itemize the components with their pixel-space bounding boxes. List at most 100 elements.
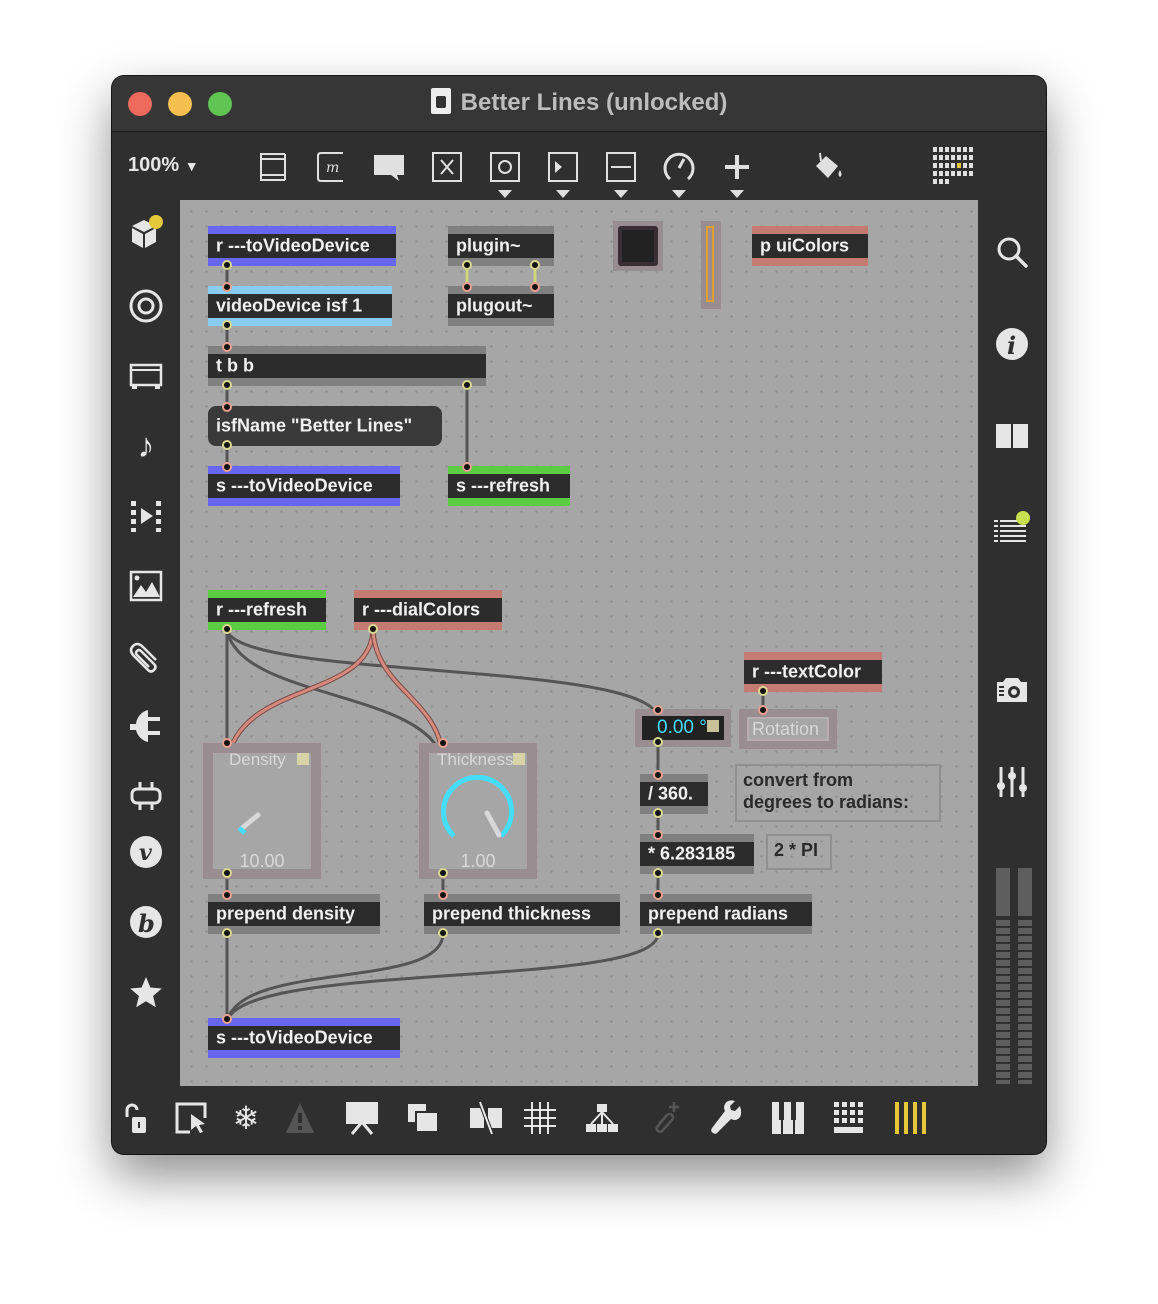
outlet[interactable] — [222, 928, 232, 938]
grid-snap-icon[interactable] — [522, 1100, 558, 1136]
plug-icon[interactable] — [126, 706, 166, 746]
hide-on-lock-icon[interactable] — [468, 1100, 504, 1136]
paint-bucket-icon[interactable] — [812, 150, 846, 184]
inlet[interactable] — [530, 282, 540, 292]
outlet[interactable] — [368, 624, 378, 634]
beap-icon[interactable]: b — [126, 902, 166, 942]
density-dial[interactable]: Density 10.00 — [203, 743, 321, 879]
level-meter[interactable] — [701, 221, 721, 309]
freeze-snowflake-icon[interactable]: ❄ — [228, 1100, 264, 1136]
send-refresh-object[interactable]: s ---refresh — [448, 466, 570, 506]
outlet[interactable] — [653, 868, 663, 878]
audio-meter-icon[interactable] — [996, 868, 1032, 1084]
keyboard-icon[interactable] — [830, 1100, 866, 1136]
patcher-canvas[interactable]: r ---toVideoDevice videoDevice isf 1 t b… — [180, 200, 978, 1086]
button-icon[interactable] — [488, 150, 522, 184]
split-view-icon[interactable] — [992, 416, 1032, 456]
inlet[interactable] — [222, 402, 232, 412]
video-icon[interactable] — [126, 356, 166, 396]
piano-keys-icon[interactable] — [770, 1100, 806, 1136]
outlet[interactable] — [462, 380, 472, 390]
send-toVideoDevice-object-bottom[interactable]: s ---toVideoDevice — [208, 1018, 400, 1058]
presentation-icon[interactable] — [256, 150, 290, 184]
send-toVideoDevice-object[interactable]: s ---toVideoDevice — [208, 466, 400, 506]
divide-360-object[interactable]: / 360. — [640, 774, 708, 814]
bring-to-front-icon[interactable] — [406, 1100, 442, 1136]
presentation-stand-icon[interactable] — [344, 1100, 380, 1136]
inlet[interactable] — [462, 282, 472, 292]
slider-icon[interactable] — [604, 150, 638, 184]
rotation-number-box[interactable]: 0.00 ° — [635, 709, 731, 747]
outlet[interactable] — [653, 808, 663, 818]
presentation-mode-icon[interactable] — [174, 1100, 210, 1136]
inlet[interactable] — [758, 705, 768, 715]
target-icon[interactable] — [126, 286, 166, 326]
connector-icon[interactable] — [126, 776, 166, 816]
plus-icon[interactable] — [720, 150, 754, 184]
mixer-bars-icon[interactable] — [892, 1100, 928, 1136]
music-note-icon[interactable]: ♪ — [126, 426, 166, 466]
favorites-star-icon[interactable] — [126, 972, 166, 1012]
inlet[interactable] — [438, 890, 448, 900]
button-menu-caret[interactable] — [498, 190, 512, 198]
outlet[interactable] — [438, 928, 448, 938]
outlet[interactable] — [758, 686, 768, 696]
hierarchy-icon[interactable] — [584, 1100, 620, 1136]
inlet[interactable] — [438, 738, 448, 748]
receive-toVideoDevice-object[interactable]: r ---toVideoDevice — [208, 226, 396, 266]
paperclip-icon[interactable] — [126, 636, 166, 676]
inlet[interactable] — [222, 462, 232, 472]
dial-icon[interactable] — [662, 150, 696, 184]
packages-icon[interactable] — [126, 214, 166, 254]
inlet[interactable] — [653, 705, 663, 715]
inlet[interactable] — [222, 738, 232, 748]
vizzie-icon[interactable]: v — [126, 832, 166, 872]
prepend-thickness-object[interactable]: prepend thickness — [424, 894, 620, 934]
mixer-sliders-icon[interactable] — [992, 762, 1032, 802]
grid-icon[interactable] — [932, 146, 976, 186]
prepend-density-object[interactable]: prepend density — [208, 894, 380, 934]
isfName-message[interactable]: isfName "Better Lines" — [208, 406, 442, 446]
outlet[interactable] — [222, 440, 232, 450]
outlet[interactable] — [653, 737, 663, 747]
outlet[interactable] — [222, 380, 232, 390]
image-icon[interactable] — [126, 566, 166, 606]
trigger-object[interactable]: t b b — [208, 346, 486, 386]
outlet[interactable] — [438, 868, 448, 878]
plugout-object[interactable]: plugout~ — [448, 286, 554, 326]
uiColors-subpatcher[interactable]: p uiColors — [752, 226, 868, 266]
color-swatch-panel[interactable] — [613, 221, 663, 271]
zoom-level-dropdown[interactable]: 100% ▼ — [128, 154, 199, 177]
outlet[interactable] — [530, 260, 540, 270]
inlet[interactable] — [653, 830, 663, 840]
add-dependency-icon[interactable] — [646, 1100, 682, 1136]
receive-dialColors-object[interactable]: r ---dialColors — [354, 590, 502, 630]
info-icon[interactable]: i — [992, 324, 1032, 364]
console-list-icon[interactable] — [992, 508, 1032, 548]
inlet[interactable] — [653, 890, 663, 900]
lock-open-icon[interactable] — [120, 1100, 156, 1136]
message-box-icon[interactable]: m — [314, 150, 348, 184]
outlet[interactable] — [222, 320, 232, 330]
number-box-icon[interactable] — [546, 150, 580, 184]
inlet[interactable] — [653, 770, 663, 780]
outlet[interactable] — [222, 868, 232, 878]
media-clip-icon[interactable] — [126, 496, 166, 536]
inlet[interactable] — [222, 282, 232, 292]
outlet[interactable] — [653, 928, 663, 938]
inlet[interactable] — [222, 890, 232, 900]
comment-icon[interactable] — [372, 150, 406, 184]
toggle-icon[interactable] — [430, 150, 464, 184]
inlet[interactable] — [222, 1014, 232, 1024]
number-box-menu-caret[interactable] — [556, 190, 570, 198]
prepend-radians-object[interactable]: prepend radians — [640, 894, 812, 934]
inlet[interactable] — [222, 342, 232, 352]
snapshot-camera-icon[interactable] — [992, 670, 1032, 710]
videoDevice-object[interactable]: videoDevice isf 1 — [208, 286, 392, 326]
outlet[interactable] — [222, 260, 232, 270]
rotation-label-box[interactable]: Rotation — [739, 709, 837, 749]
inlet[interactable] — [462, 462, 472, 472]
outlet[interactable] — [222, 624, 232, 634]
outlet[interactable] — [462, 260, 472, 270]
dial-menu-caret[interactable] — [672, 190, 686, 198]
